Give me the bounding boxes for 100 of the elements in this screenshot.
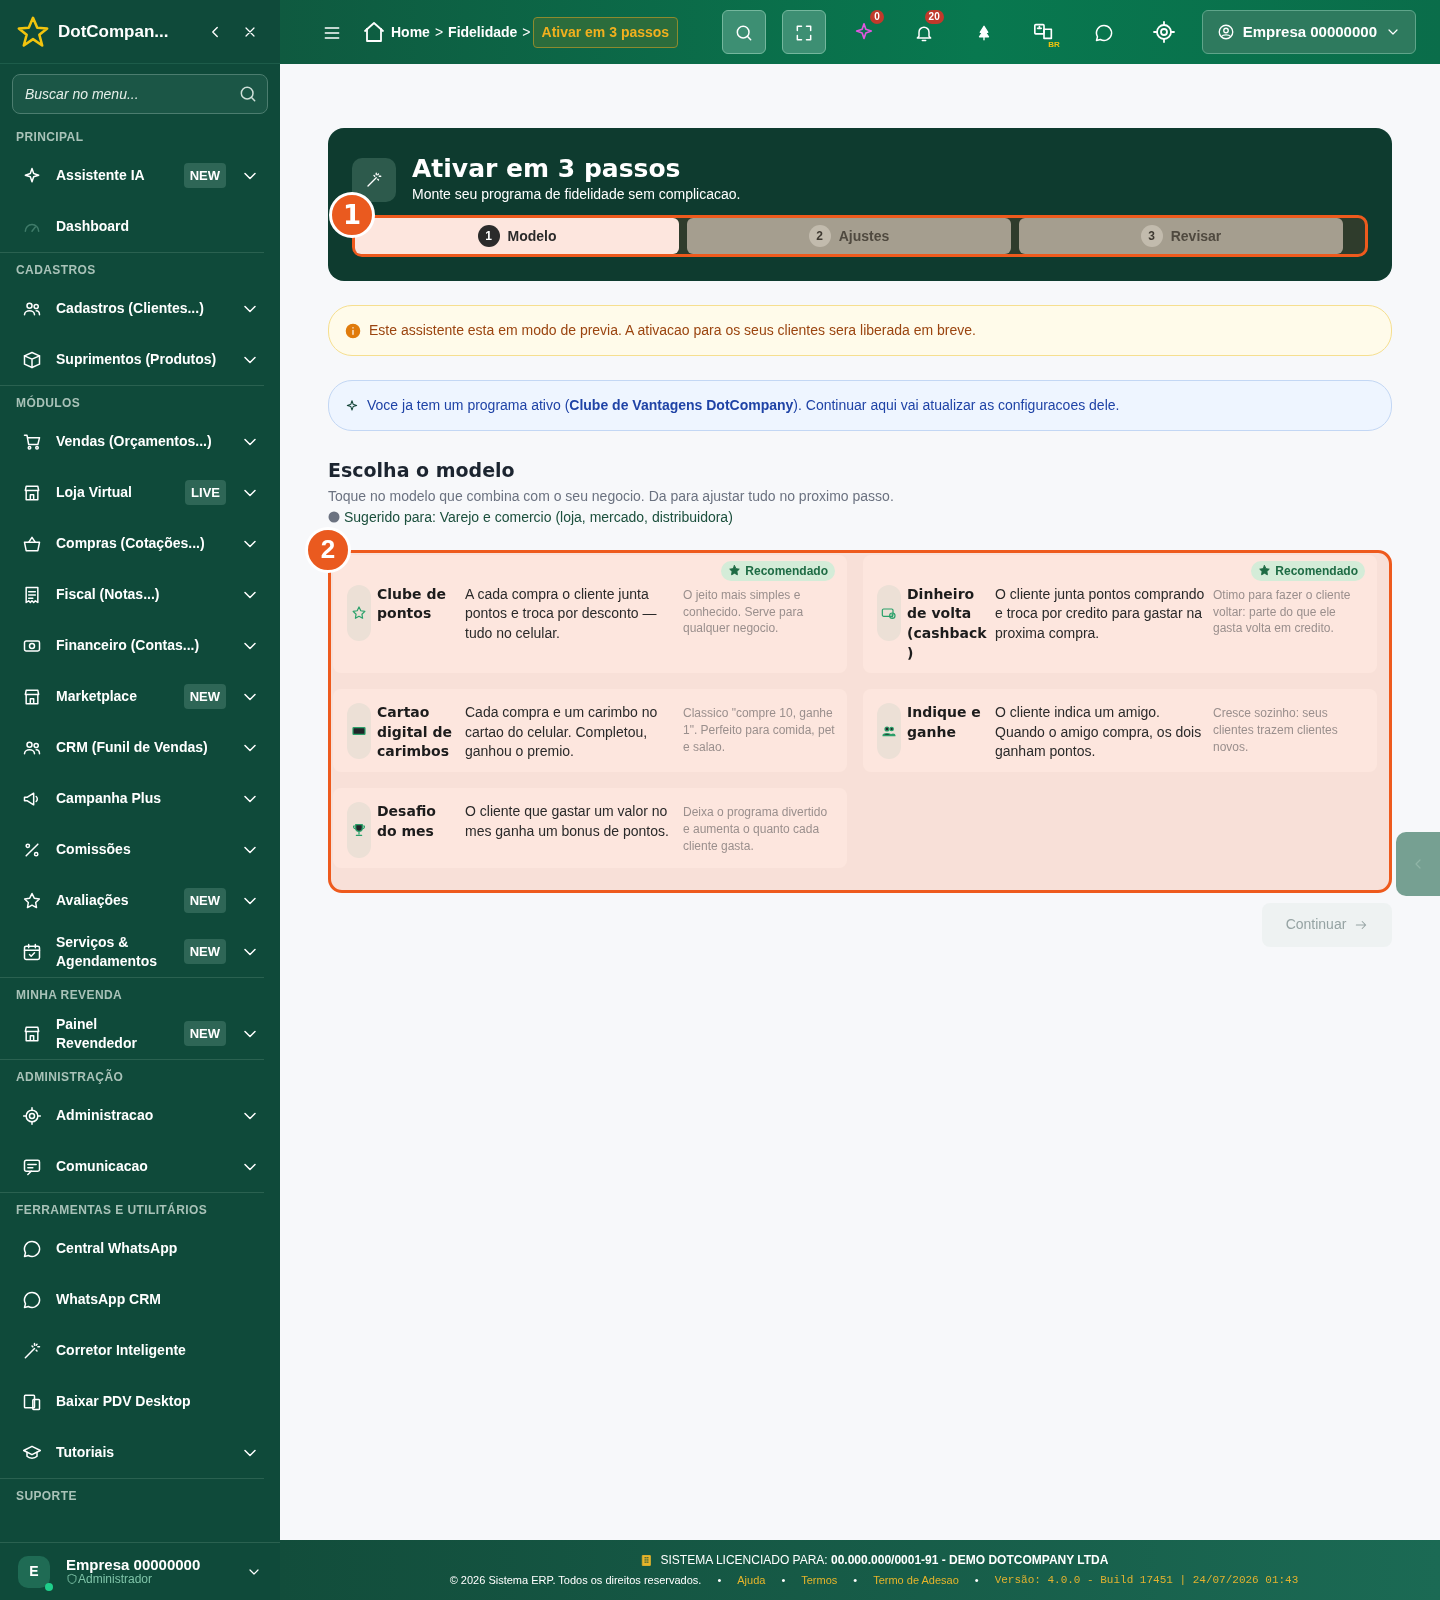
wizard-subtitle: Monte seu programa de fidelidade sem complicacao.: [412, 185, 741, 204]
menu-item[interactable]: Dashboard: [0, 201, 280, 252]
suggestion-icon: [328, 511, 340, 524]
menu-item[interactable]: Loja Virtual LIVE: [0, 467, 280, 518]
model-card[interactable]: Desafio do mes O cliente que gastar um valor no mes ganha um bonus de pontos. Deixa o programa divertido e aumenta o quanto cada cliente gasta.: [333, 787, 847, 868]
model-hint: Classico "compre 10, ganhe 1". Perfeito para comida, pet e salao.: [683, 705, 835, 756]
tour-marker: 2: [305, 526, 351, 573]
menu-item[interactable]: Campanha Plus: [0, 773, 280, 824]
menu-item[interactable]: CRM (Funil de Vendas): [0, 722, 280, 773]
breadcrumb-separator: >: [522, 22, 531, 42]
breadcrumb-separator: >: [434, 22, 444, 42]
model-card[interactable]: Recomendado Dinheiro de volta (cashback) O cliente junta pontos comprando e troca por credito para gastar na proxima compra. Otimo para fazer o cliente voltar: parte do que ele gasta volta em credito.: [863, 554, 1377, 674]
model-card[interactable]: Cartao digital de carimbos Cada compra e um carimbo no cartao do celular. Completou, ganhou o premio. Classico "compre 10, ganhe 1". Perfeito para comida, pet e salao.: [333, 689, 847, 772]
separator-dot: •: [781, 1573, 786, 1589]
brand-name: DotCompan...: [58, 20, 170, 43]
trophy-icon: [351, 821, 367, 838]
menu-badge: NEW: [183, 1020, 226, 1047]
menu-item[interactable]: Avaliações NEW: [0, 875, 280, 926]
count-badge: 20: [924, 10, 944, 24]
section-title: PRINCIPAL: [16, 130, 84, 144]
menu-item[interactable]: Central WhatsApp: [0, 1223, 280, 1274]
chat-bubble-icon: [22, 1238, 42, 1259]
menu-item[interactable]: Serviços & Agendamentos NEW: [0, 926, 280, 977]
receipt-icon: [22, 584, 42, 605]
chat-bubble-icon: [1093, 22, 1114, 43]
step-tab[interactable]: 2 Ajustes: [687, 218, 1011, 254]
separator-dot: •: [974, 1573, 979, 1589]
recommended-badge: Recomendado: [721, 560, 835, 581]
menu-item[interactable]: Cadastros (Clientes...): [0, 283, 280, 334]
model-description: O cliente junta pontos comprando e troca por credito para gastar na proxima compra.: [995, 584, 1206, 643]
language-code: BR: [1048, 39, 1060, 51]
model-description: A cada compra o cliente junta pontos e troca por desconto — tudo no celular.: [465, 584, 658, 643]
section-title: FERRAMENTAS E UTILITÁRIOS: [16, 1203, 208, 1217]
menu-item[interactable]: Marketplace NEW: [0, 671, 280, 722]
model-hint: Deixa o programa divertido e aumenta o quanto cada cliente gasta.: [683, 803, 829, 855]
star-icon: [728, 564, 742, 578]
menu-item[interactable]: Tutoriais: [0, 1427, 280, 1478]
section-title: SUPORTE: [16, 1489, 77, 1503]
menu-badge: LIVE: [185, 479, 226, 506]
menu-item[interactable]: Assistente IA NEW: [0, 150, 280, 201]
model-title: Desafio do mes: [377, 801, 437, 841]
footer-link[interactable]: Termo de Adesao: [873, 1572, 959, 1589]
wand-drawing: [365, 170, 383, 189]
user-icon: [1216, 23, 1235, 41]
footer-link[interactable]: Termos: [801, 1572, 838, 1589]
section-title: Escolha o modelo: [328, 459, 516, 482]
wand-icon: [22, 1340, 42, 1361]
box-icon: [22, 349, 42, 370]
model-title: Clube de pontos: [377, 584, 447, 624]
separator-dot: •: [853, 1573, 858, 1589]
menu-item[interactable]: Vendas (Orçamentos...): [0, 416, 280, 467]
menu-badge: NEW: [183, 162, 226, 189]
section-title: ADMINISTRAÇÃO: [16, 1070, 124, 1084]
star-icon: [1258, 564, 1272, 578]
menu-item[interactable]: Suprimentos (Produtos): [0, 334, 280, 385]
tour-marker: 1: [329, 192, 375, 238]
model-card[interactable]: Indique e ganhe O cliente indica um amigo. Quando o amigo compra, os dois ganham pontos. Cresce sozinho: seus clientes trazem clientes novos.: [863, 689, 1377, 772]
breadcrumb-link[interactable]: Home: [388, 21, 433, 43]
step-tab[interactable]: 3 Revisar: [1019, 218, 1343, 254]
user-avatar: E: [18, 1555, 50, 1588]
menu-badge: NEW: [183, 938, 226, 965]
star-logo-icon: [16, 14, 50, 49]
menu-item[interactable]: Fiscal (Notas...): [0, 569, 280, 620]
fullscreen-button[interactable]: [781, 10, 826, 54]
section-title: MINHA REVENDA: [16, 988, 123, 1002]
menu-item[interactable]: WhatsApp CRM: [0, 1274, 280, 1325]
ai-button[interactable]: 0: [841, 10, 886, 54]
section-subtitle: Toque no modelo que combina com o seu negocio. Da para ajustar tudo no proximo passo.: [328, 486, 895, 506]
alert-text: Voce ja tem um programa ativo (Clube de Vantagens DotCompany). Continuar aqui vai atualizar as configuracoes dele.: [367, 396, 1120, 415]
notifications-button[interactable]: 20: [901, 10, 946, 54]
menu-item[interactable]: Administracao: [0, 1090, 280, 1141]
menu-search-field[interactable]: Buscar no menu...: [12, 74, 268, 114]
alert-text: Este assistente esta em modo de previa. A ativacao para os seus clientes sera liberada em breve.: [369, 321, 976, 340]
breadcrumb-link[interactable]: Fidelidade: [445, 21, 521, 43]
menu-badge: NEW: [183, 683, 226, 710]
separator-dot: •: [717, 1573, 722, 1589]
menu-badge: NEW: [183, 887, 226, 914]
search-button[interactable]: [721, 10, 766, 54]
menu-item[interactable]: Baixar PDV Desktop: [0, 1376, 280, 1427]
shield-icon: [66, 1573, 78, 1586]
side-panel-handle[interactable]: [1396, 832, 1440, 896]
star-icon: [22, 890, 42, 911]
copyright-text: © 2026 Sistema ERP. Todos os direitos reservados.: [449, 1573, 702, 1589]
count-badge: 0: [870, 10, 884, 24]
menu-item[interactable]: Compras (Cotações...): [0, 518, 280, 569]
model-title: Cartao digital de carimbos: [377, 703, 453, 762]
calendar-icon: [22, 941, 42, 962]
model-description: O cliente indica um amigo. Quando o amigo compra, os dois ganham pontos.: [995, 703, 1203, 762]
info-icon: [345, 322, 361, 339]
model-description: O cliente que gastar um valor no mes ganha um bonus de pontos.: [465, 801, 670, 841]
search-icon: [238, 84, 258, 104]
menu-item[interactable]: Comissões: [0, 824, 280, 875]
model-title: Indique e ganhe: [907, 703, 982, 742]
model-hint: Cresce sozinho: seus clientes trazem clientes novos.: [1213, 705, 1339, 756]
menu-item[interactable]: Financeiro (Contas...): [0, 620, 280, 671]
menu-item[interactable]: Painel Revendedor NEW: [0, 1008, 280, 1059]
account-dropdown[interactable]: Empresa 00000000: [1201, 10, 1416, 54]
menu-item[interactable]: Comunicacao: [0, 1141, 280, 1192]
footer-link[interactable]: Ajuda: [737, 1572, 766, 1589]
menu-item[interactable]: Corretor Inteligente: [0, 1325, 280, 1376]
